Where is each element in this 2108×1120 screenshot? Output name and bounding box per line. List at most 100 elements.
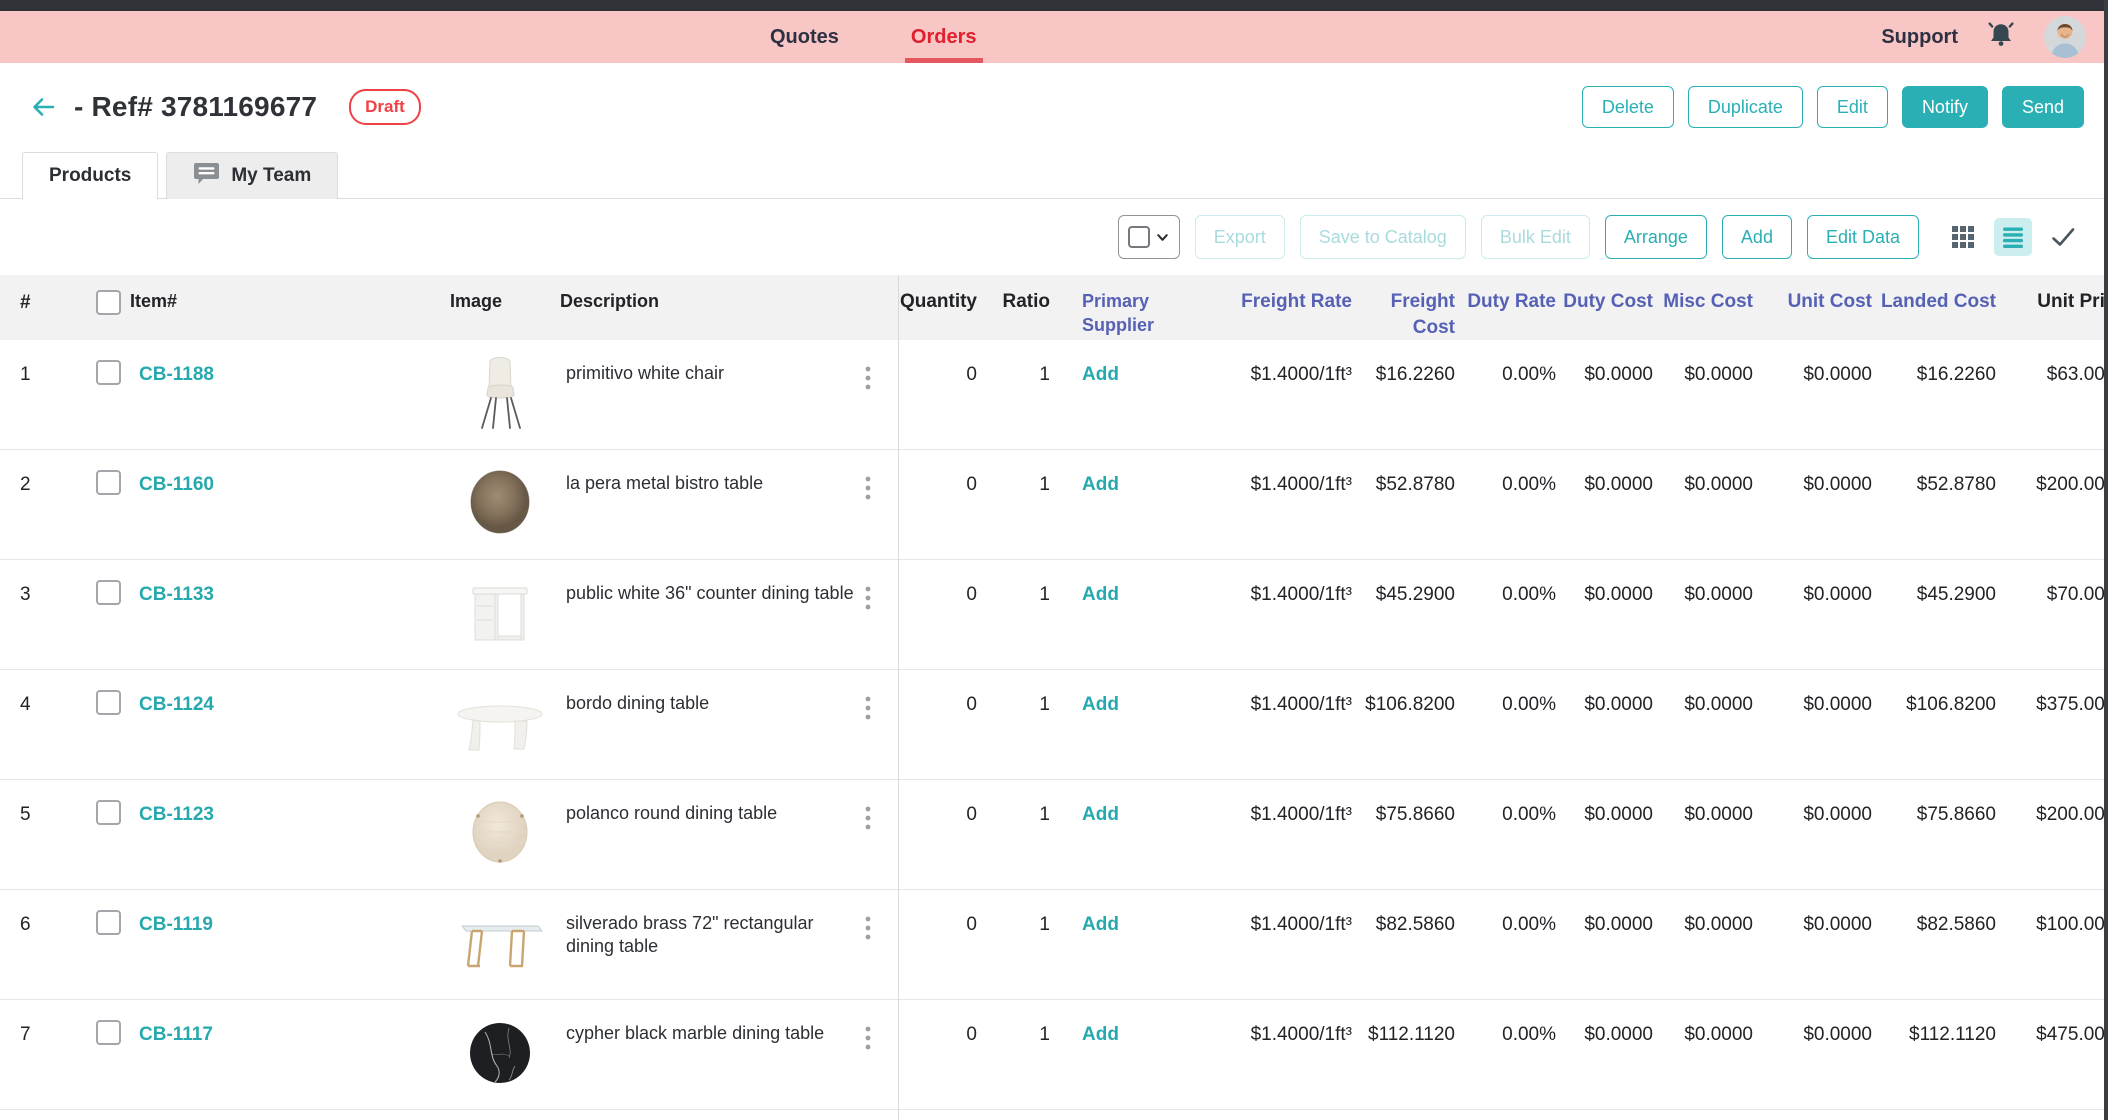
- row-menu-kebab-icon[interactable]: [860, 1041, 876, 1058]
- cell-ratio: 1: [983, 1000, 1056, 1109]
- cell-freight_cost: $82.5860: [1358, 890, 1461, 999]
- row-menu-kebab-icon[interactable]: [860, 711, 876, 728]
- item-number-link[interactable]: CB-1188: [139, 364, 214, 385]
- support-link[interactable]: Support: [1881, 26, 1958, 49]
- column-header-quantity: Quantity: [898, 275, 983, 340]
- num-value: 6: [20, 914, 31, 935]
- duty_rate-value: 0.00%: [1502, 364, 1556, 385]
- table-row: 1CB-1188primitivo white chair01Add$1.400…: [0, 340, 2108, 450]
- delete-button[interactable]: Delete: [1582, 86, 1674, 128]
- tab-products[interactable]: Products: [22, 152, 158, 200]
- notify-button[interactable]: Notify: [1902, 86, 1988, 128]
- add-supplier-link[interactable]: Add: [1082, 1024, 1119, 1045]
- row-menu-kebab-icon[interactable]: [860, 821, 876, 838]
- row-checkbox[interactable]: [96, 910, 121, 935]
- cell-misc_cost: $0.0000: [1659, 780, 1759, 889]
- column-header-freight_rate: Freight Rate: [1176, 275, 1358, 340]
- check-icon[interactable]: [2044, 218, 2082, 256]
- item-number-link[interactable]: CB-1117: [139, 1024, 213, 1045]
- column-header-label: Quantity: [900, 291, 977, 312]
- item-number-link[interactable]: CB-1119: [139, 914, 213, 935]
- white-dining-table-thumbnail[interactable]: [455, 684, 545, 779]
- misc_cost-value: $0.0000: [1684, 914, 1753, 935]
- back-arrow-icon[interactable]: [26, 90, 60, 124]
- white-chair-thumbnail[interactable]: [465, 354, 535, 449]
- cell-supplier: Add: [1056, 1000, 1176, 1109]
- list-view-icon[interactable]: [1994, 218, 2032, 256]
- products-table: #Item#ImageDescriptionQuantityRatioPrima…: [0, 275, 2108, 1110]
- row-menu-kebab-icon[interactable]: [860, 931, 876, 948]
- cell-misc_cost: $0.0000: [1659, 560, 1759, 669]
- landed_cost-value: $16.2260: [1917, 364, 1996, 385]
- row-checkbox[interactable]: [96, 690, 121, 715]
- item-number-link[interactable]: CB-1160: [139, 474, 214, 495]
- tab-my-team[interactable]: My Team: [166, 152, 338, 199]
- cell-image: [440, 780, 560, 889]
- item-number-link[interactable]: CB-1133: [139, 584, 214, 605]
- cell-item: CB-1124: [130, 670, 440, 779]
- column-header-supplier: Primary Supplier: [1056, 275, 1176, 340]
- cell-description: silverado brass 72" rectangular dining t…: [560, 890, 860, 999]
- add-button[interactable]: Add: [1722, 215, 1792, 259]
- duplicate-button[interactable]: Duplicate: [1688, 86, 1803, 128]
- item-number-link[interactable]: CB-1124: [139, 694, 214, 715]
- ratio-value: 1: [1039, 364, 1050, 385]
- row-menu-kebab-icon[interactable]: [860, 601, 876, 618]
- arrange-button[interactable]: Arrange: [1605, 215, 1707, 259]
- brass-glass-table-thumbnail[interactable]: [454, 904, 546, 999]
- bulk-edit-button[interactable]: Bulk Edit: [1481, 215, 1590, 259]
- row-checkbox[interactable]: [96, 580, 121, 605]
- cell-freight_cost: $45.2900: [1358, 560, 1461, 669]
- cell-supplier: Add: [1056, 340, 1176, 449]
- bell-icon[interactable]: [1984, 18, 2018, 57]
- row-checkbox[interactable]: [96, 470, 121, 495]
- cell-unit_cost: $0.0000: [1759, 340, 1878, 449]
- send-button[interactable]: Send: [2002, 86, 2084, 128]
- quantity-value: 0: [966, 364, 977, 385]
- cell-misc_cost: $0.0000: [1659, 450, 1759, 559]
- row-checkbox[interactable]: [96, 1020, 121, 1045]
- cell-misc_cost: $0.0000: [1659, 340, 1759, 449]
- header-checkbox[interactable]: [96, 290, 121, 315]
- nav-tab-orders[interactable]: Orders: [911, 11, 977, 63]
- column-header-label: Unit Price: [2037, 291, 2108, 312]
- add-supplier-link[interactable]: Add: [1082, 474, 1119, 495]
- add-supplier-link[interactable]: Add: [1082, 804, 1119, 825]
- duty_cost-value: $0.0000: [1584, 364, 1653, 385]
- add-supplier-link[interactable]: Add: [1082, 914, 1119, 935]
- cell-unit_price: $100.0000: [2002, 890, 2108, 999]
- add-supplier-link[interactable]: Add: [1082, 694, 1119, 715]
- column-header-label: Ratio: [1003, 291, 1051, 312]
- column-header-check[interactable]: [60, 275, 130, 340]
- edit-data-button[interactable]: Edit Data: [1807, 215, 1919, 259]
- nav-tab-quotes[interactable]: Quotes: [770, 11, 839, 63]
- add-supplier-link[interactable]: Add: [1082, 584, 1119, 605]
- cell-image: [440, 670, 560, 779]
- item-number-link[interactable]: CB-1123: [139, 804, 214, 825]
- misc_cost-value: $0.0000: [1684, 1024, 1753, 1045]
- cell-duty_rate: 0.00%: [1461, 1000, 1562, 1109]
- grid-view-icon[interactable]: [1944, 218, 1982, 256]
- save-to-catalog-button[interactable]: Save to Catalog: [1300, 215, 1466, 259]
- add-supplier-link[interactable]: Add: [1082, 364, 1119, 385]
- edit-button[interactable]: Edit: [1817, 86, 1888, 128]
- duty_rate-value: 0.00%: [1502, 474, 1556, 495]
- misc_cost-value: $0.0000: [1684, 694, 1753, 715]
- select-all-dropdown[interactable]: [1118, 215, 1180, 259]
- avatar[interactable]: [2044, 16, 2086, 58]
- row-checkbox[interactable]: [96, 800, 121, 825]
- cell-misc_cost: $0.0000: [1659, 670, 1759, 779]
- select-all-checkbox[interactable]: [1128, 226, 1150, 248]
- row-menu-kebab-icon[interactable]: [860, 491, 876, 508]
- row-menu-kebab-icon[interactable]: [860, 381, 876, 398]
- unit_price-value: $475.0000: [2036, 1024, 2108, 1045]
- cream-round-table-top-thumbnail[interactable]: [465, 794, 535, 889]
- table-row: 2CB-1160la pera metal bistro table01Add$…: [0, 450, 2108, 560]
- row-checkbox[interactable]: [96, 360, 121, 385]
- bronze-round-table-top-thumbnail[interactable]: [465, 464, 535, 559]
- cell-freight_rate: $1.4000/1ft³: [1176, 890, 1358, 999]
- ratio-value: 1: [1039, 1024, 1050, 1045]
- export-button[interactable]: Export: [1195, 215, 1285, 259]
- white-counter-table-thumbnail[interactable]: [465, 574, 535, 669]
- black-marble-table-top-thumbnail[interactable]: [465, 1014, 535, 1109]
